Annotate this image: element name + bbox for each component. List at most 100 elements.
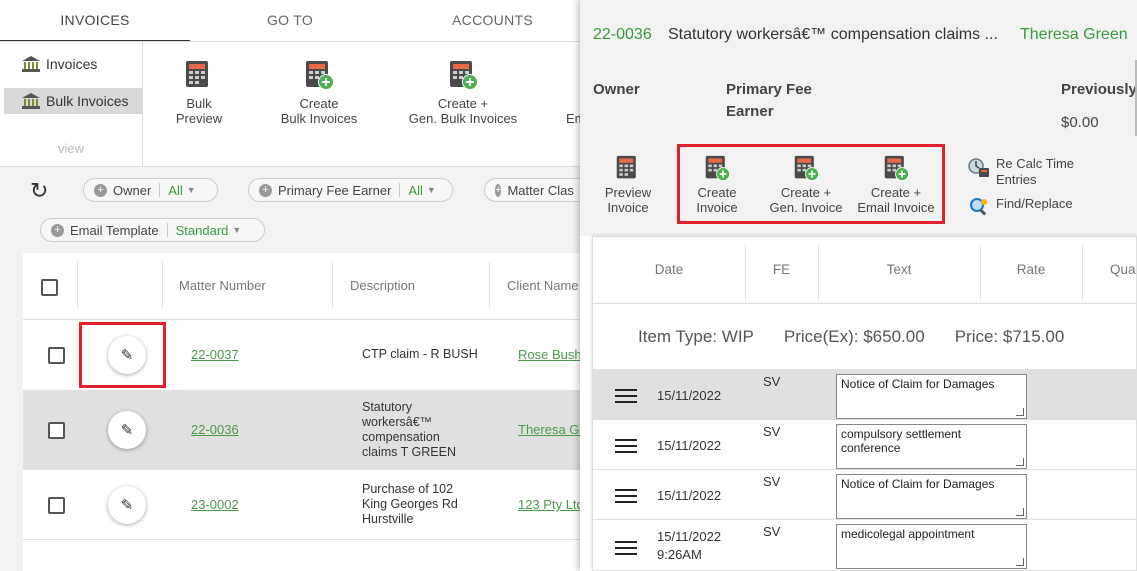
- previously-label: Previously: [1061, 81, 1137, 98]
- sidebar-item-label: Invoices: [46, 56, 98, 72]
- button-label: Re Calc Time: [996, 156, 1075, 171]
- edit-button[interactable]: ✎: [108, 486, 146, 524]
- panel-matter-number[interactable]: 22-0036: [593, 26, 652, 44]
- sidebar-item-bulk-invoices[interactable]: Bulk Invoices: [4, 88, 142, 114]
- entry-fe: SV: [763, 474, 781, 489]
- column-header-description[interactable]: Description: [350, 253, 415, 319]
- owner-label: Owner: [593, 81, 640, 98]
- email-template-filter[interactable]: + Email Template Standard ▼: [40, 218, 265, 242]
- resize-grip-icon[interactable]: [1016, 408, 1024, 416]
- find-replace-button[interactable]: Find/Replace: [968, 196, 1073, 218]
- description-cell: CTP claim - R BUSH: [362, 347, 478, 361]
- price: Price: $715.00: [954, 326, 1065, 346]
- pencil-icon: ✎: [120, 422, 134, 439]
- entry-fe: SV: [763, 374, 781, 389]
- column-divider: [332, 262, 333, 308]
- row-checkbox[interactable]: [48, 347, 65, 364]
- tab-go-to[interactable]: GO TO: [190, 0, 390, 42]
- button-label: Gen. Bulk Invoices: [408, 111, 518, 126]
- time-entry-row[interactable]: 15/11/2022 SV Notice of Claim for Damage…: [593, 369, 1137, 419]
- highlight-box: [79, 322, 166, 388]
- column-header-text[interactable]: Text: [818, 237, 980, 303]
- filter-value: All: [408, 182, 423, 198]
- button-label: Entries: [996, 172, 1037, 187]
- entry-text-field[interactable]: compulsory settlement conference: [836, 424, 1027, 469]
- bulk-preview-button[interactable]: Bulk Preview: [172, 60, 226, 126]
- column-header-client-name[interactable]: Client Name: [507, 253, 580, 319]
- table-row[interactable]: ✎ 23-0002 Purchase of 102 King Georges R…: [23, 469, 580, 539]
- drag-handle-icon[interactable]: [615, 541, 637, 559]
- tab-accounts[interactable]: ACCOUNTS: [390, 0, 595, 42]
- entry-text-field[interactable]: Notice of Claim for Damages: [836, 474, 1027, 519]
- filter-label: Email Template: [70, 222, 159, 238]
- plus-icon: +: [94, 183, 107, 197]
- create-gen-bulk-invoices-button[interactable]: Create + Gen. Bulk Invoices: [405, 60, 521, 126]
- resize-grip-icon[interactable]: [1016, 508, 1024, 516]
- find-replace-icon: [968, 196, 990, 218]
- recalc-time-entries-button[interactable]: Re Calc Time Entries: [968, 156, 1074, 188]
- fee-earner-filter[interactable]: + Primary Fee Earner All ▼: [248, 178, 453, 202]
- entry-text: medicolegal appointment: [841, 527, 975, 541]
- sidebar-item-label: Bulk Invoices: [46, 93, 129, 109]
- column-header-rate[interactable]: Rate: [980, 237, 1082, 303]
- resize-grip-icon[interactable]: [1016, 558, 1024, 566]
- calculator-icon: [615, 155, 641, 181]
- recalc-icon: [968, 156, 990, 178]
- row-checkbox[interactable]: [48, 422, 65, 439]
- tab-invoices[interactable]: INVOICES: [0, 0, 190, 42]
- entry-text-field[interactable]: medicolegal appointment: [836, 524, 1027, 569]
- description-cell: Statutory workersâ€™ compensation claims…: [362, 400, 457, 459]
- sidebar-item-invoices[interactable]: Invoices: [4, 51, 142, 77]
- drag-handle-icon[interactable]: [615, 389, 637, 407]
- time-entry-row[interactable]: 15/11/2022 9:26AM SV medicolegal appoint…: [593, 519, 1137, 571]
- resize-grip-icon[interactable]: [1016, 458, 1024, 466]
- owner-filter[interactable]: + Owner All ▼: [83, 178, 218, 202]
- entry-date: 15/11/2022 9:26AM: [657, 528, 721, 564]
- column-header-quantity[interactable]: Qua: [1082, 237, 1137, 303]
- filter-label: Primary Fee Earner: [278, 182, 392, 198]
- client-name-link[interactable]: Theresa Gre: [518, 422, 580, 437]
- preview-invoice-button[interactable]: Preview Invoice: [598, 155, 658, 215]
- entry-date-value: 15/11/2022: [657, 529, 722, 544]
- bank-icon: [22, 56, 40, 72]
- item-summary: Item Type: WIP Price(Ex): $650.00 Price:…: [593, 303, 1137, 369]
- row-checkbox[interactable]: [48, 497, 65, 514]
- previously-value: $0.00: [1061, 114, 1099, 131]
- chevron-down-icon: ▼: [426, 185, 436, 195]
- client-name-link[interactable]: Rose Bush: [518, 347, 580, 362]
- drag-handle-icon[interactable]: [615, 489, 637, 507]
- client-name-link[interactable]: 123 Pty Ltd: [518, 497, 580, 512]
- column-divider: [162, 262, 163, 308]
- calculator-plus-icon: [448, 60, 478, 90]
- matter-number-link[interactable]: 22-0037: [191, 347, 239, 362]
- create-bulk-invoices-button[interactable]: Create Bulk Invoices: [274, 60, 364, 126]
- time-entry-row[interactable]: 15/11/2022 SV Notice of Claim for Damage…: [593, 469, 1137, 519]
- column-header-fe[interactable]: FE: [745, 237, 818, 303]
- refresh-icon[interactable]: ↻: [30, 178, 48, 204]
- table-row[interactable]: ✎ 22-0036 Statutory workersâ€™ compensat…: [23, 390, 580, 469]
- time-entry-row[interactable]: 15/11/2022 SV compulsory settlement conf…: [593, 419, 1137, 469]
- entry-text: compulsory settlement conference: [841, 427, 962, 455]
- filter-value: All: [168, 182, 183, 198]
- filter-separator: [166, 223, 168, 237]
- chevron-down-icon: ▼: [186, 185, 196, 195]
- entry-fe: SV: [763, 424, 781, 439]
- plus-icon: +: [51, 223, 64, 237]
- button-label: Preview: [604, 185, 652, 200]
- edit-button[interactable]: ✎: [108, 411, 146, 449]
- column-header-matter-number[interactable]: Matter Number: [179, 253, 266, 319]
- entry-text-field[interactable]: Notice of Claim for Damages: [836, 374, 1027, 419]
- invoice-side-panel: 22-0036 Statutory workersâ€™ compensatio…: [580, 0, 1137, 571]
- entry-text: Notice of Claim for Damages: [841, 377, 995, 391]
- entry-time-value: 9:26AM: [657, 547, 702, 562]
- time-entries-grid: Date FE Text Rate Qua Item Type: WIP Pri…: [592, 236, 1137, 571]
- panel-client-name[interactable]: Theresa Green: [1020, 26, 1128, 44]
- select-all-checkbox[interactable]: [41, 279, 58, 296]
- filter-separator: [159, 183, 161, 197]
- drag-handle-icon[interactable]: [615, 439, 637, 457]
- matter-class-filter[interactable]: + Matter Clas: [484, 178, 580, 202]
- entry-date: 15/11/2022: [657, 488, 722, 503]
- matter-number-link[interactable]: 23-0002: [191, 497, 239, 512]
- column-header-date[interactable]: Date: [593, 237, 745, 303]
- matter-number-link[interactable]: 22-0036: [191, 422, 239, 437]
